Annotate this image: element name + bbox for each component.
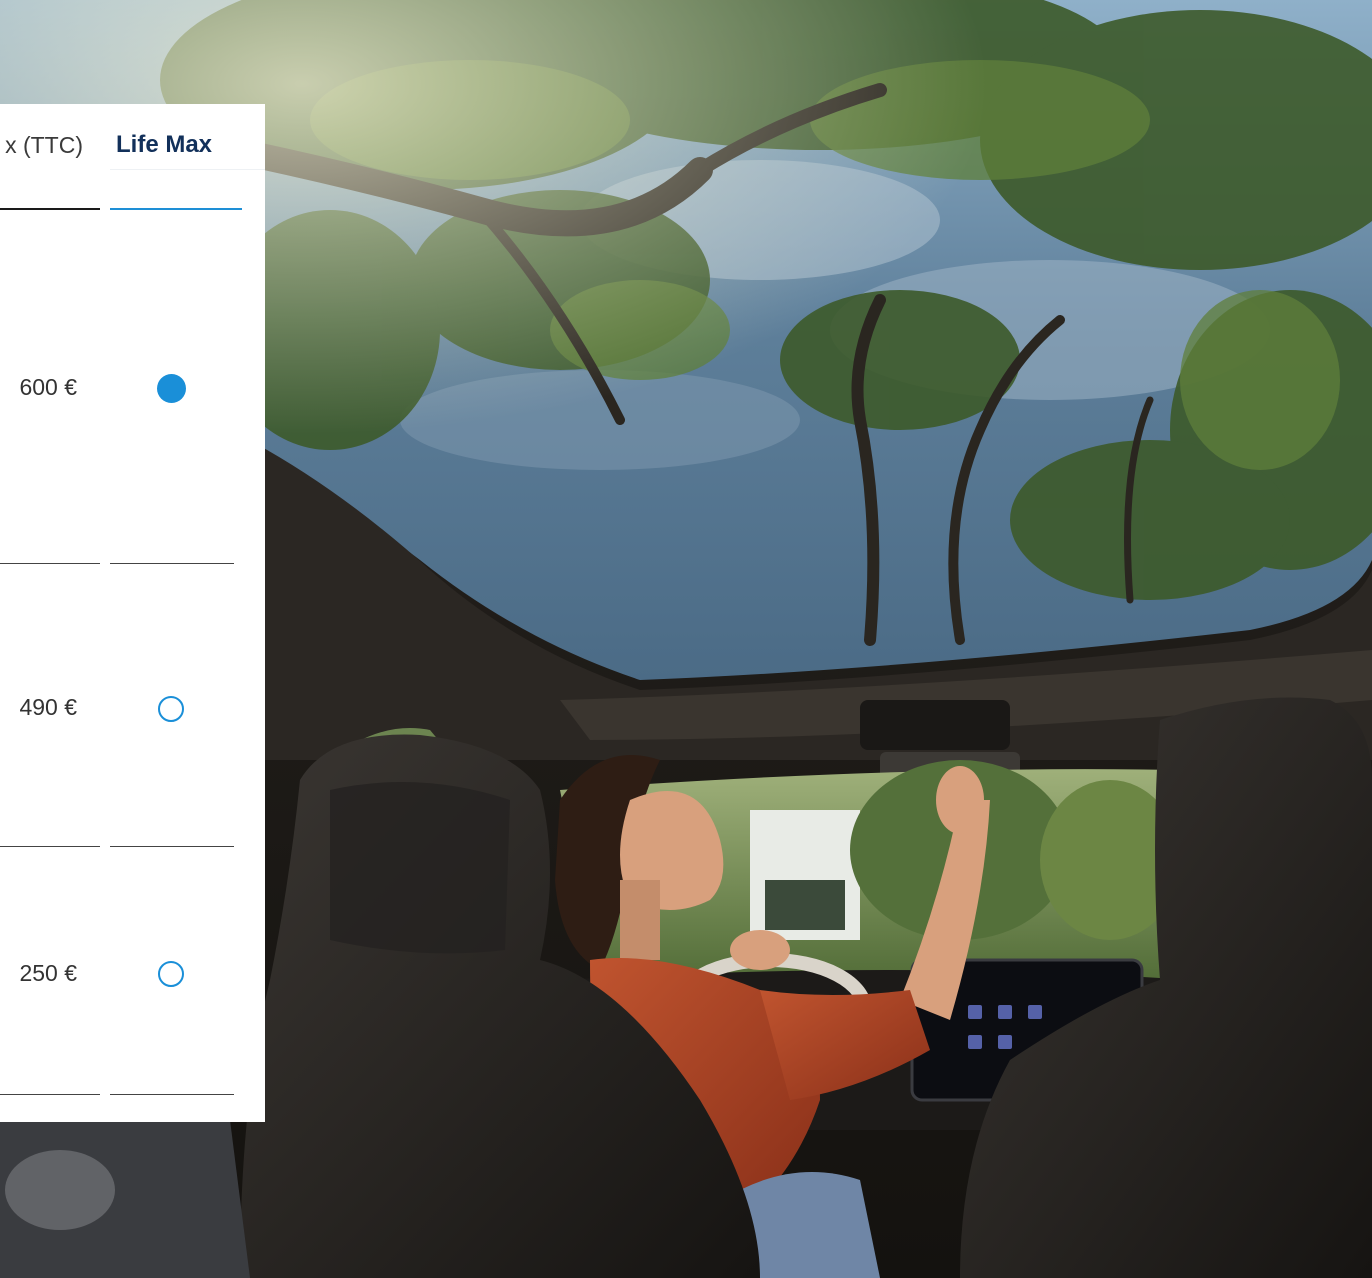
row-divider (110, 846, 234, 847)
model-column-underline (110, 208, 242, 210)
row-divider (110, 1094, 234, 1095)
row-divider (0, 1094, 100, 1095)
row-price: 490 € (19, 694, 77, 720)
row-divider (0, 563, 100, 564)
model-column-header: Life Max (116, 131, 213, 158)
pricing-table: x (TTC) Life Max 600 € 490 € 250 € (0, 104, 265, 1122)
radio-unselected[interactable] (158, 696, 184, 722)
radio-selected[interactable] (157, 374, 186, 403)
price-column-header: x (TTC) (5, 132, 83, 158)
row-divider (0, 846, 100, 847)
row-divider (110, 563, 234, 564)
price-column-underline (0, 208, 100, 210)
row-price: 250 € (19, 960, 77, 986)
header-divider (110, 169, 265, 170)
radio-unselected[interactable] (158, 961, 184, 987)
row-price: 600 € (19, 374, 77, 400)
